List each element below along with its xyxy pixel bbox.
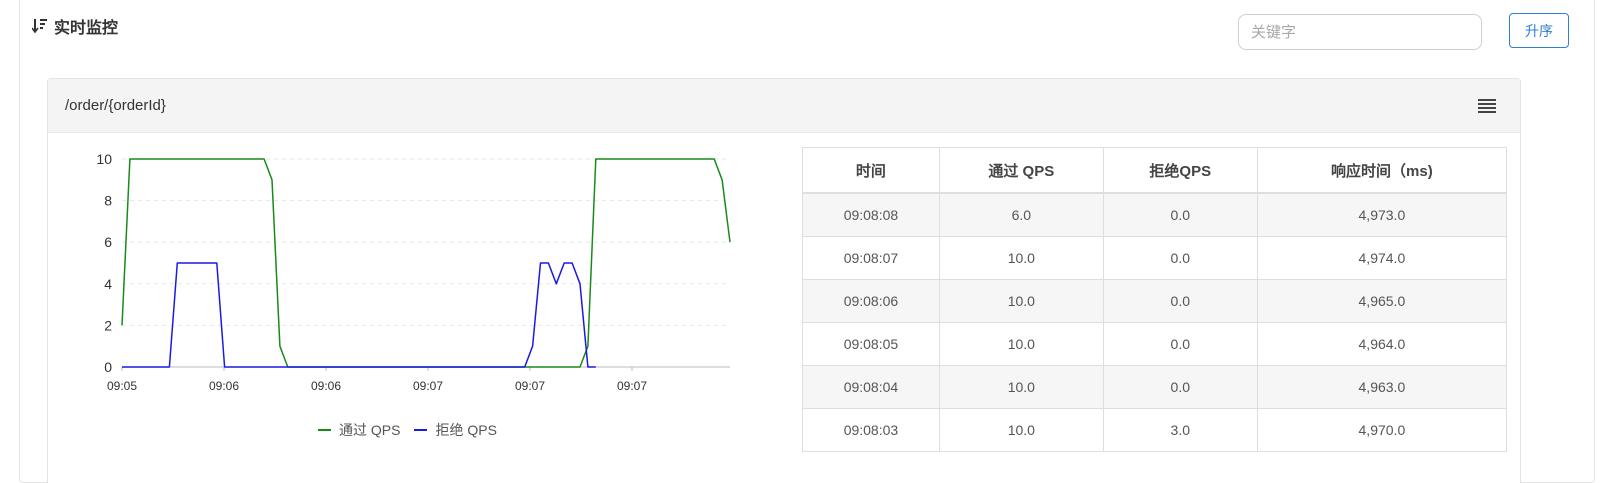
cell-response-time: 4,965.0 — [1256, 279, 1508, 323]
legend-item-block-qps[interactable]: 拒绝 QPS — [414, 420, 497, 440]
panel-title: 实时监控 — [32, 14, 118, 38]
metrics-table: 时间 通过 QPS 拒绝QPS 响应时间（ms) 09:08:08 6.0 0.… — [802, 147, 1508, 452]
cell-pass-qps: 10.0 — [938, 365, 1104, 409]
x-tick-label: 09:07 — [515, 379, 545, 393]
block-qps-series-line — [122, 262, 596, 368]
cell-response-time: 4,963.0 — [1256, 365, 1508, 409]
y-tick-label: 10 — [96, 151, 112, 167]
cell-pass-qps: 10.0 — [938, 322, 1104, 366]
table-row: 09:08:04 10.0 0.0 4,963.0 — [802, 365, 1508, 409]
table-row: 09:08:07 10.0 0.0 4,974.0 — [802, 236, 1508, 280]
x-tick-label: 09:07 — [617, 379, 647, 393]
table-row: 09:08:03 10.0 3.0 4,970.0 — [802, 408, 1508, 452]
resource-title: /order/{orderId} — [65, 97, 166, 114]
legend-label-pass: 通过 QPS — [339, 422, 401, 438]
column-header-response-time[interactable]: 响应时间（ms) — [1256, 147, 1508, 194]
cell-pass-qps: 10.0 — [938, 236, 1104, 280]
cell-block-qps: 0.0 — [1102, 192, 1258, 237]
table-header-row: 时间 通过 QPS 拒绝QPS 响应时间（ms) — [802, 147, 1508, 194]
x-tick-label: 09:05 — [107, 379, 137, 393]
cell-block-qps: 0.0 — [1102, 279, 1258, 323]
cell-time: 09:08:05 — [802, 322, 940, 366]
chart-legend: 通过 QPS 拒绝 QPS — [318, 420, 497, 440]
table-row: 09:08:08 6.0 0.0 4,973.0 — [802, 192, 1508, 237]
qps-line-chart: 0 2 4 6 8 10 09:05 09:06 09:06 09:07 09:07 09:07 — [96, 151, 731, 393]
keyword-search-input[interactable] — [1238, 14, 1482, 50]
cell-block-qps: 0.0 — [1102, 322, 1258, 366]
menu-icon[interactable] — [1478, 98, 1496, 113]
cell-time: 09:08:06 — [802, 279, 940, 323]
cell-response-time: 4,973.0 — [1256, 192, 1508, 237]
cell-block-qps: 3.0 — [1102, 408, 1258, 452]
cell-pass-qps: 10.0 — [938, 408, 1104, 452]
cell-time: 09:08:04 — [802, 365, 940, 409]
x-tick-label: 09:07 — [413, 379, 443, 393]
table-row: 09:08:05 10.0 0.0 4,964.0 — [802, 322, 1508, 366]
legend-swatch-pass — [318, 429, 331, 431]
cell-pass-qps: 6.0 — [938, 192, 1104, 237]
x-tick-label: 09:06 — [209, 379, 239, 393]
column-header-block-qps[interactable]: 拒绝QPS — [1102, 147, 1258, 194]
table-row: 09:08:06 10.0 0.0 4,965.0 — [802, 279, 1508, 323]
column-header-pass-qps[interactable]: 通过 QPS — [938, 147, 1104, 194]
cell-block-qps: 0.0 — [1102, 236, 1258, 280]
cell-time: 09:08:08 — [802, 192, 940, 237]
cell-pass-qps: 10.0 — [938, 279, 1104, 323]
y-tick-label: 2 — [104, 317, 112, 333]
cell-block-qps: 0.0 — [1102, 365, 1258, 409]
x-tick-label: 09:06 — [311, 379, 341, 393]
column-header-time[interactable]: 时间 — [802, 147, 940, 194]
y-tick-label: 4 — [104, 276, 112, 292]
cell-response-time: 4,974.0 — [1256, 236, 1508, 280]
cell-time: 09:08:03 — [802, 408, 940, 452]
sort-ascending-button[interactable]: 升序 — [1509, 13, 1569, 48]
cell-response-time: 4,964.0 — [1256, 322, 1508, 366]
legend-swatch-block — [414, 429, 428, 431]
legend-item-pass-qps[interactable]: 通过 QPS — [318, 420, 400, 440]
card-header: /order/{orderId} — [48, 79, 1520, 133]
legend-label-block: 拒绝 QPS — [435, 422, 497, 438]
cell-time: 09:08:07 — [802, 236, 940, 280]
panel-title-text: 实时监控 — [54, 20, 119, 37]
sort-descending-icon — [32, 19, 47, 34]
y-tick-label: 6 — [104, 234, 112, 250]
y-tick-label: 0 — [104, 359, 112, 375]
y-tick-label: 8 — [104, 193, 112, 209]
cell-response-time: 4,970.0 — [1256, 408, 1508, 452]
